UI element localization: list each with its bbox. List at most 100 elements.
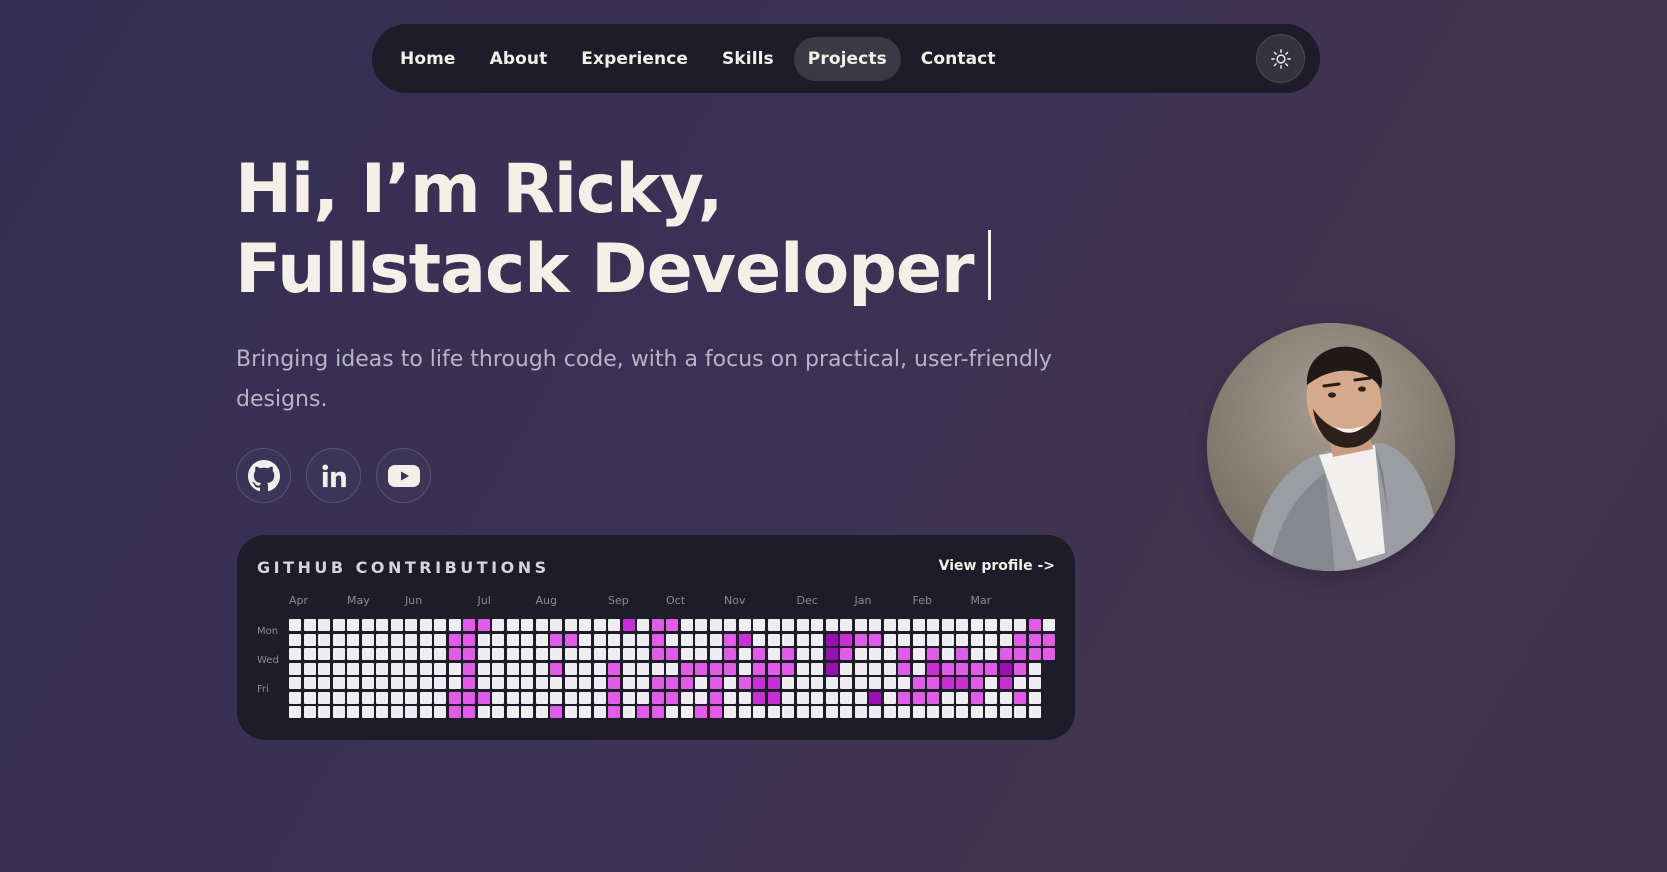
contribution-cell	[680, 633, 693, 646]
contribution-cell	[956, 691, 968, 704]
contribution-cell	[477, 706, 490, 718]
contribution-cell	[985, 677, 997, 689]
contribution-cell	[550, 706, 562, 718]
contribution-cell	[463, 677, 475, 689]
contribution-cell	[854, 633, 867, 646]
github-contributions-card: GITHUB CONTRIBUTIONS View profile -> Apr…	[237, 535, 1075, 740]
contribution-cell	[854, 619, 867, 631]
contribution-cell	[970, 677, 983, 689]
contribution-cell	[869, 691, 881, 704]
contribution-cell	[825, 633, 838, 646]
contribution-cell	[608, 691, 620, 704]
month-label: Apr	[289, 594, 309, 607]
contribution-cell	[608, 633, 620, 646]
contribution-cell	[361, 677, 374, 689]
contribution-cell	[622, 677, 635, 689]
contribution-cell	[796, 691, 809, 704]
contribution-cell	[898, 691, 910, 704]
github-link[interactable]	[236, 448, 291, 503]
contribution-cell	[825, 648, 838, 660]
contribution-cell	[347, 706, 359, 718]
contribution-cell	[535, 677, 548, 689]
contribution-cell	[535, 706, 548, 718]
contribution-cell	[535, 619, 548, 631]
contribution-cell	[637, 691, 649, 704]
contribution-cell	[463, 648, 475, 660]
nav-item-contact[interactable]: Contact	[907, 37, 1010, 81]
month-label: Dec	[796, 594, 818, 607]
nav-item-projects[interactable]: Projects	[793, 36, 901, 81]
contribution-cell	[593, 706, 606, 718]
view-profile-link[interactable]: View profile ->	[939, 558, 1055, 574]
contribution-cell	[492, 691, 504, 704]
nav-item-home[interactable]: Home	[386, 37, 470, 81]
contribution-cell	[448, 691, 461, 704]
contribution-cell	[521, 706, 533, 718]
contribution-cell	[680, 691, 693, 704]
contribution-cell	[680, 648, 693, 660]
hero-title: Hi, I’m Ricky, Fullstack Developer	[235, 150, 991, 310]
contribution-cell	[811, 648, 823, 660]
contribution-cell	[724, 633, 736, 646]
contribution-cell	[419, 691, 432, 704]
nav-item-about[interactable]: About	[476, 37, 562, 81]
contribution-cell	[564, 706, 577, 718]
contribution-cell	[869, 619, 881, 631]
month-label: Jun	[405, 594, 423, 607]
contribution-cell	[825, 691, 838, 704]
contribution-cell	[521, 648, 533, 660]
contribution-cell	[289, 633, 301, 646]
contribution-cell	[709, 648, 722, 660]
youtube-link[interactable]	[376, 448, 431, 503]
contribution-cell	[782, 691, 794, 704]
contribution-cell	[753, 677, 765, 689]
contribution-cell	[912, 677, 925, 689]
contribution-cell	[506, 662, 519, 675]
nav-item-experience[interactable]: Experience	[567, 37, 702, 81]
contribution-cell	[724, 691, 736, 704]
contribution-cell	[753, 691, 765, 704]
contribution-cell	[434, 662, 446, 675]
contribution-cell	[448, 648, 461, 660]
contribution-cell	[941, 706, 954, 718]
contribution-cell	[1014, 677, 1026, 689]
contribution-cell	[927, 633, 939, 646]
contribution-cell	[680, 662, 693, 675]
linkedin-link[interactable]	[306, 448, 361, 503]
contribution-cell	[985, 691, 997, 704]
contribution-cell	[767, 677, 780, 689]
contribution-cell	[303, 648, 316, 660]
nav-item-skills[interactable]: Skills	[708, 37, 788, 81]
contribution-cell	[767, 633, 780, 646]
contribution-cell	[579, 633, 591, 646]
contribution-cell	[608, 619, 620, 631]
day-label: Mon	[257, 626, 279, 637]
month-label: Mar	[970, 594, 992, 607]
contribution-cell	[448, 706, 461, 718]
contribution-cell	[289, 619, 301, 631]
theme-toggle-button[interactable]	[1256, 34, 1305, 83]
contribution-cell	[999, 619, 1012, 631]
contribution-cell	[361, 691, 374, 704]
github-icon	[247, 459, 280, 491]
contribution-cell	[985, 662, 997, 675]
contribution-cell	[289, 691, 301, 704]
contribution-cell	[463, 633, 475, 646]
contribution-cell	[303, 677, 316, 689]
contribution-cell	[622, 691, 635, 704]
contribution-cell	[405, 633, 417, 646]
contribution-cell	[767, 648, 780, 660]
hero-greeting: Hi, I’m Ricky,	[235, 150, 723, 229]
month-label: Jul	[477, 594, 491, 607]
month-label: Feb	[912, 594, 932, 607]
contribution-cell	[1014, 633, 1026, 646]
contribution-cell	[651, 691, 664, 704]
contribution-cell	[927, 662, 939, 675]
contribution-cell	[811, 706, 823, 718]
contribution-cell	[448, 677, 461, 689]
contribution-cell	[289, 706, 301, 718]
contribution-cell	[332, 662, 345, 675]
contribution-cell	[550, 619, 562, 631]
contribution-cell	[709, 619, 722, 631]
contribution-cell	[738, 619, 751, 631]
